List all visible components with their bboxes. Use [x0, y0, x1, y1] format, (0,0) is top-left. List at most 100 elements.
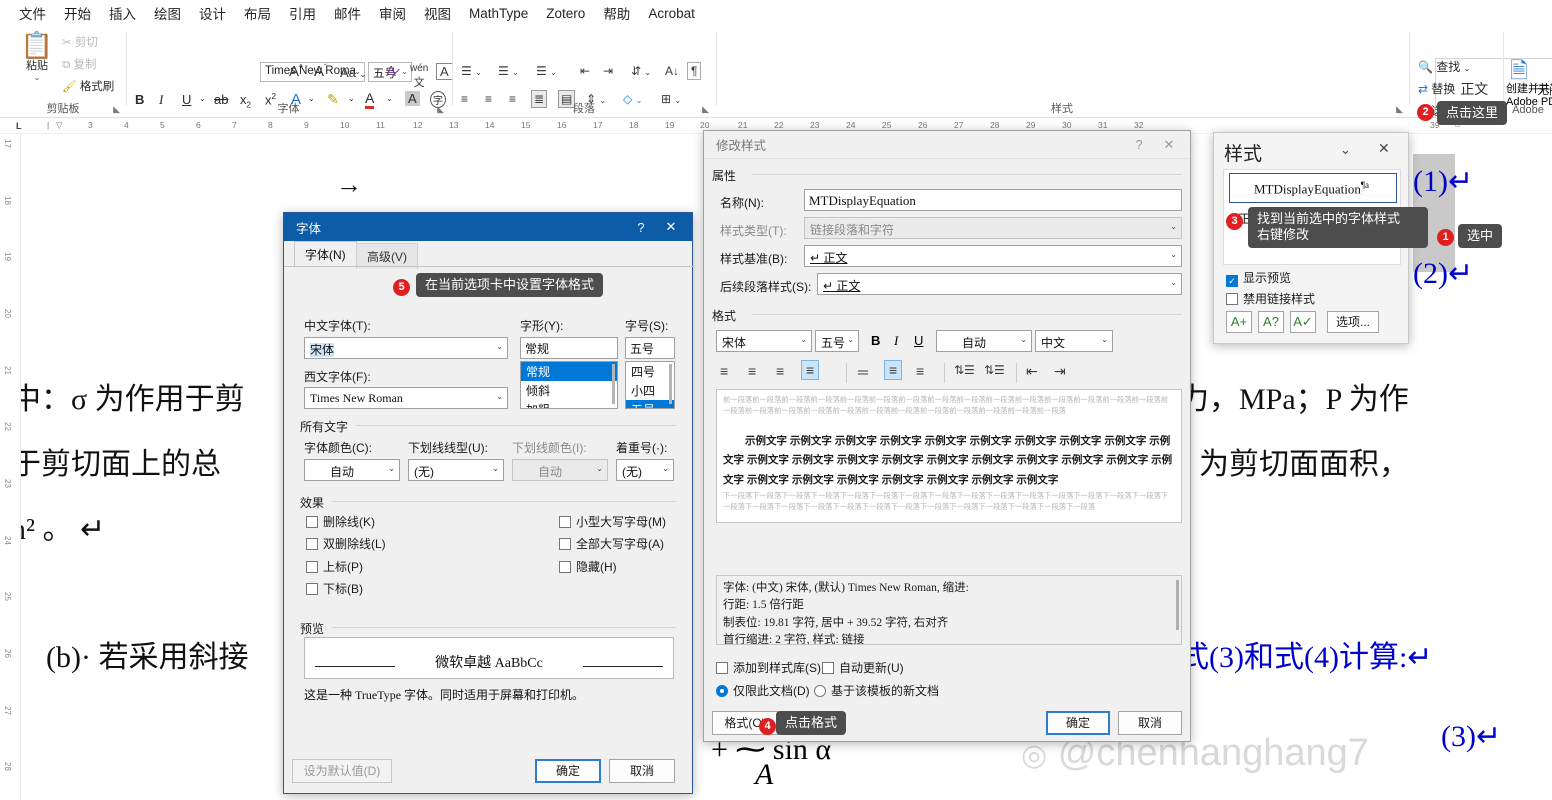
numbering-icon[interactable]: ☰ ⌄	[498, 64, 519, 78]
find-button[interactable]: 🔍 查找 ⌄	[1418, 58, 1470, 75]
modify-style-cancel-button[interactable]: 取消	[1118, 711, 1182, 735]
chevron-down-icon[interactable]: ⌄	[847, 335, 854, 344]
style-description-box[interactable]: 字体: (中文) 宋体, (默认) Times New Roman, 缩进: 行…	[716, 575, 1182, 645]
space-after-icon[interactable]: ⇅☰	[984, 363, 1005, 377]
style-name-input[interactable]: MTDisplayEquation	[804, 189, 1182, 211]
ribbon-tab-help[interactable]: 帮助	[594, 1, 639, 25]
ribbon-tab-mathtype[interactable]: MathType	[460, 4, 537, 23]
multilevel-list-icon[interactable]: ☰ ⌄	[536, 64, 557, 78]
effect-strikethrough-checkbox[interactable]: 删除线(K)	[306, 513, 375, 530]
sort-filter-icon[interactable]: ⇵ ⌄	[631, 64, 651, 78]
ribbon-tab-review[interactable]: 审阅	[370, 1, 415, 25]
format-size-combo[interactable]: 五号 ⌄	[815, 330, 859, 352]
chevron-down-icon[interactable]: ⌄	[496, 392, 503, 401]
tab-font[interactable]: 字体(N)	[294, 241, 357, 267]
styles-pane-close-icon[interactable]: ✕	[1378, 140, 1390, 157]
font-size-option-sihao[interactable]: 四号	[626, 362, 674, 381]
effect-double-strikethrough-checkbox[interactable]: 双删除线(L)	[306, 535, 386, 552]
ribbon-tab-acrobat[interactable]: Acrobat	[639, 4, 704, 23]
ribbon-tab-file[interactable]: 文件	[10, 1, 55, 25]
emphasis-mark-combo[interactable]: (无) ⌄	[616, 459, 674, 481]
font-dialog-ok-button[interactable]: 确定	[535, 759, 601, 783]
align-right-icon[interactable]: ≡	[776, 363, 784, 379]
font-style-listbox[interactable]: 常规 倾斜 加粗	[520, 361, 618, 409]
show-preview-checkbox[interactable]: ✓ 显示预览	[1226, 269, 1291, 287]
replace-button[interactable]: ⇄ 替换	[1418, 80, 1455, 97]
chevron-down-icon[interactable]: ⌄	[388, 464, 395, 473]
format-color-combo[interactable]: 自动 ⌄	[936, 330, 1032, 352]
justify-icon[interactable]: ≡	[801, 360, 820, 380]
set-as-default-button[interactable]: 设为默认值(D)	[292, 759, 392, 783]
format-bold-button[interactable]: B	[871, 333, 880, 348]
font-dialog-cancel-button[interactable]: 取消	[609, 759, 675, 783]
ribbon-tab-design[interactable]: 设计	[190, 1, 235, 25]
chevron-down-icon[interactable]: ⌄	[1020, 335, 1027, 344]
clipboard-dialog-launcher[interactable]: ◣	[113, 104, 120, 115]
auto-update-checkbox[interactable]: 自动更新(U)	[822, 659, 904, 676]
show-marks-icon[interactable]: ¶	[687, 62, 702, 80]
effect-all-caps-checkbox[interactable]: 全部大写字母(A)	[559, 535, 664, 552]
help-icon[interactable]: ?	[1124, 137, 1154, 152]
chevron-down-icon[interactable]: ⌄	[662, 464, 669, 473]
vertical-ruler[interactable]: 17 18 19 20 21 22 23 24 25 26 27 28	[0, 134, 20, 800]
styles-dialog-launcher[interactable]: ◣	[1396, 104, 1403, 115]
ruler-indent-marker[interactable]: ▽	[56, 120, 63, 131]
ribbon-tab-zotero[interactable]: Zotero	[537, 4, 594, 23]
font-dialog-launcher[interactable]: ◣	[437, 104, 444, 115]
tab-stop-selector[interactable]: L	[16, 121, 22, 131]
modify-style-titlebar[interactable]: 修改样式 ? ✕	[704, 131, 1190, 159]
cut-button[interactable]: ✂ 剪切	[62, 34, 114, 50]
format-italic-button[interactable]: I	[894, 333, 898, 349]
clear-formatting-icon[interactable]: A̷	[386, 63, 396, 80]
ribbon-tab-view[interactable]: 视图	[415, 1, 460, 25]
font-size-listbox[interactable]: 四号 小四 五号	[625, 361, 675, 409]
align-left-icon[interactable]: ≡	[720, 363, 728, 379]
chevron-down-icon[interactable]: ⌄	[1464, 64, 1471, 73]
decrease-indent-icon[interactable]: ⇤	[1026, 363, 1038, 380]
effect-small-caps-checkbox[interactable]: 小型大写字母(M)	[559, 513, 666, 530]
close-icon[interactable]: ✕	[1154, 137, 1184, 153]
line-spacing-1half-icon[interactable]: ≡	[884, 360, 903, 380]
chevron-down-icon[interactable]: ⌄	[401, 67, 408, 76]
ribbon-tab-mailings[interactable]: 邮件	[325, 1, 370, 25]
font-size-input[interactable]: 五号	[625, 337, 675, 359]
description-scrollbar[interactable]	[1176, 580, 1179, 630]
effect-subscript-checkbox[interactable]: 下标(B)	[306, 580, 363, 597]
chevron-down-icon[interactable]: ⌄	[800, 335, 807, 344]
ribbon-tab-insert[interactable]: 插入	[100, 1, 145, 25]
chevron-down-icon[interactable]: ⌄	[14, 73, 60, 82]
style-next-combo[interactable]: ↵ 正文 ⌄	[817, 273, 1182, 295]
style-basedon-combo[interactable]: ↵ 正文 ⌄	[804, 245, 1182, 267]
font-size-scrollbar[interactable]	[669, 364, 672, 404]
effect-hidden-checkbox[interactable]: 隐藏(H)	[559, 558, 617, 575]
chevron-down-icon[interactable]: ⌄	[1170, 278, 1177, 287]
add-to-gallery-checkbox[interactable]: 添加到样式库(S)	[716, 659, 821, 676]
font-size-option-xiaosi[interactable]: 小四	[626, 381, 674, 400]
font-size-option-wuhao[interactable]: 五号	[626, 400, 674, 408]
paragraph-dialog-launcher[interactable]: ◣	[702, 104, 709, 115]
change-case-button[interactable]: Aa ⌄	[340, 65, 366, 80]
scope-new-docs-radio[interactable]: 基于该模板的新文档	[814, 682, 939, 699]
effect-superscript-checkbox[interactable]: 上标(P)	[306, 558, 363, 575]
modify-style-ok-button[interactable]: 确定	[1046, 711, 1110, 735]
ribbon-tab-references[interactable]: 引用	[280, 1, 325, 25]
styles-pane-item-mtdisplayequation[interactable]: MTDisplayEquation¶a	[1229, 173, 1397, 203]
line-spacing-double-icon[interactable]: ≡	[916, 363, 924, 379]
disable-linked-styles-checkbox[interactable]: 禁用链接样式	[1226, 290, 1315, 307]
chevron-down-icon[interactable]: ⌄	[492, 464, 499, 473]
ribbon-tab-home[interactable]: 开始	[55, 1, 100, 30]
font-style-scrollbar[interactable]	[612, 364, 615, 404]
chevron-down-icon[interactable]: ⌄	[1170, 250, 1177, 259]
font-style-input[interactable]: 常规	[520, 337, 618, 359]
format-language-combo[interactable]: 中文 ⌄	[1035, 330, 1113, 352]
chevron-down-icon[interactable]: ⌄	[1101, 335, 1108, 344]
styles-options-button[interactable]: 选项...	[1327, 311, 1379, 333]
ribbon-tab-draw[interactable]: 绘图	[145, 1, 190, 25]
increase-indent-icon[interactable]: ⇥	[603, 64, 613, 78]
scope-only-doc-radio[interactable]: 仅限此文档(D)	[716, 682, 810, 699]
underline-style-combo[interactable]: (无) ⌄	[408, 459, 504, 481]
format-font-combo[interactable]: 宋体 ⌄	[716, 330, 812, 352]
help-icon[interactable]: ?	[626, 220, 656, 235]
font-dialog-titlebar[interactable]: 字体 ? ✕	[284, 213, 692, 241]
cn-font-combo[interactable]: 宋体 ⌄	[304, 337, 508, 359]
